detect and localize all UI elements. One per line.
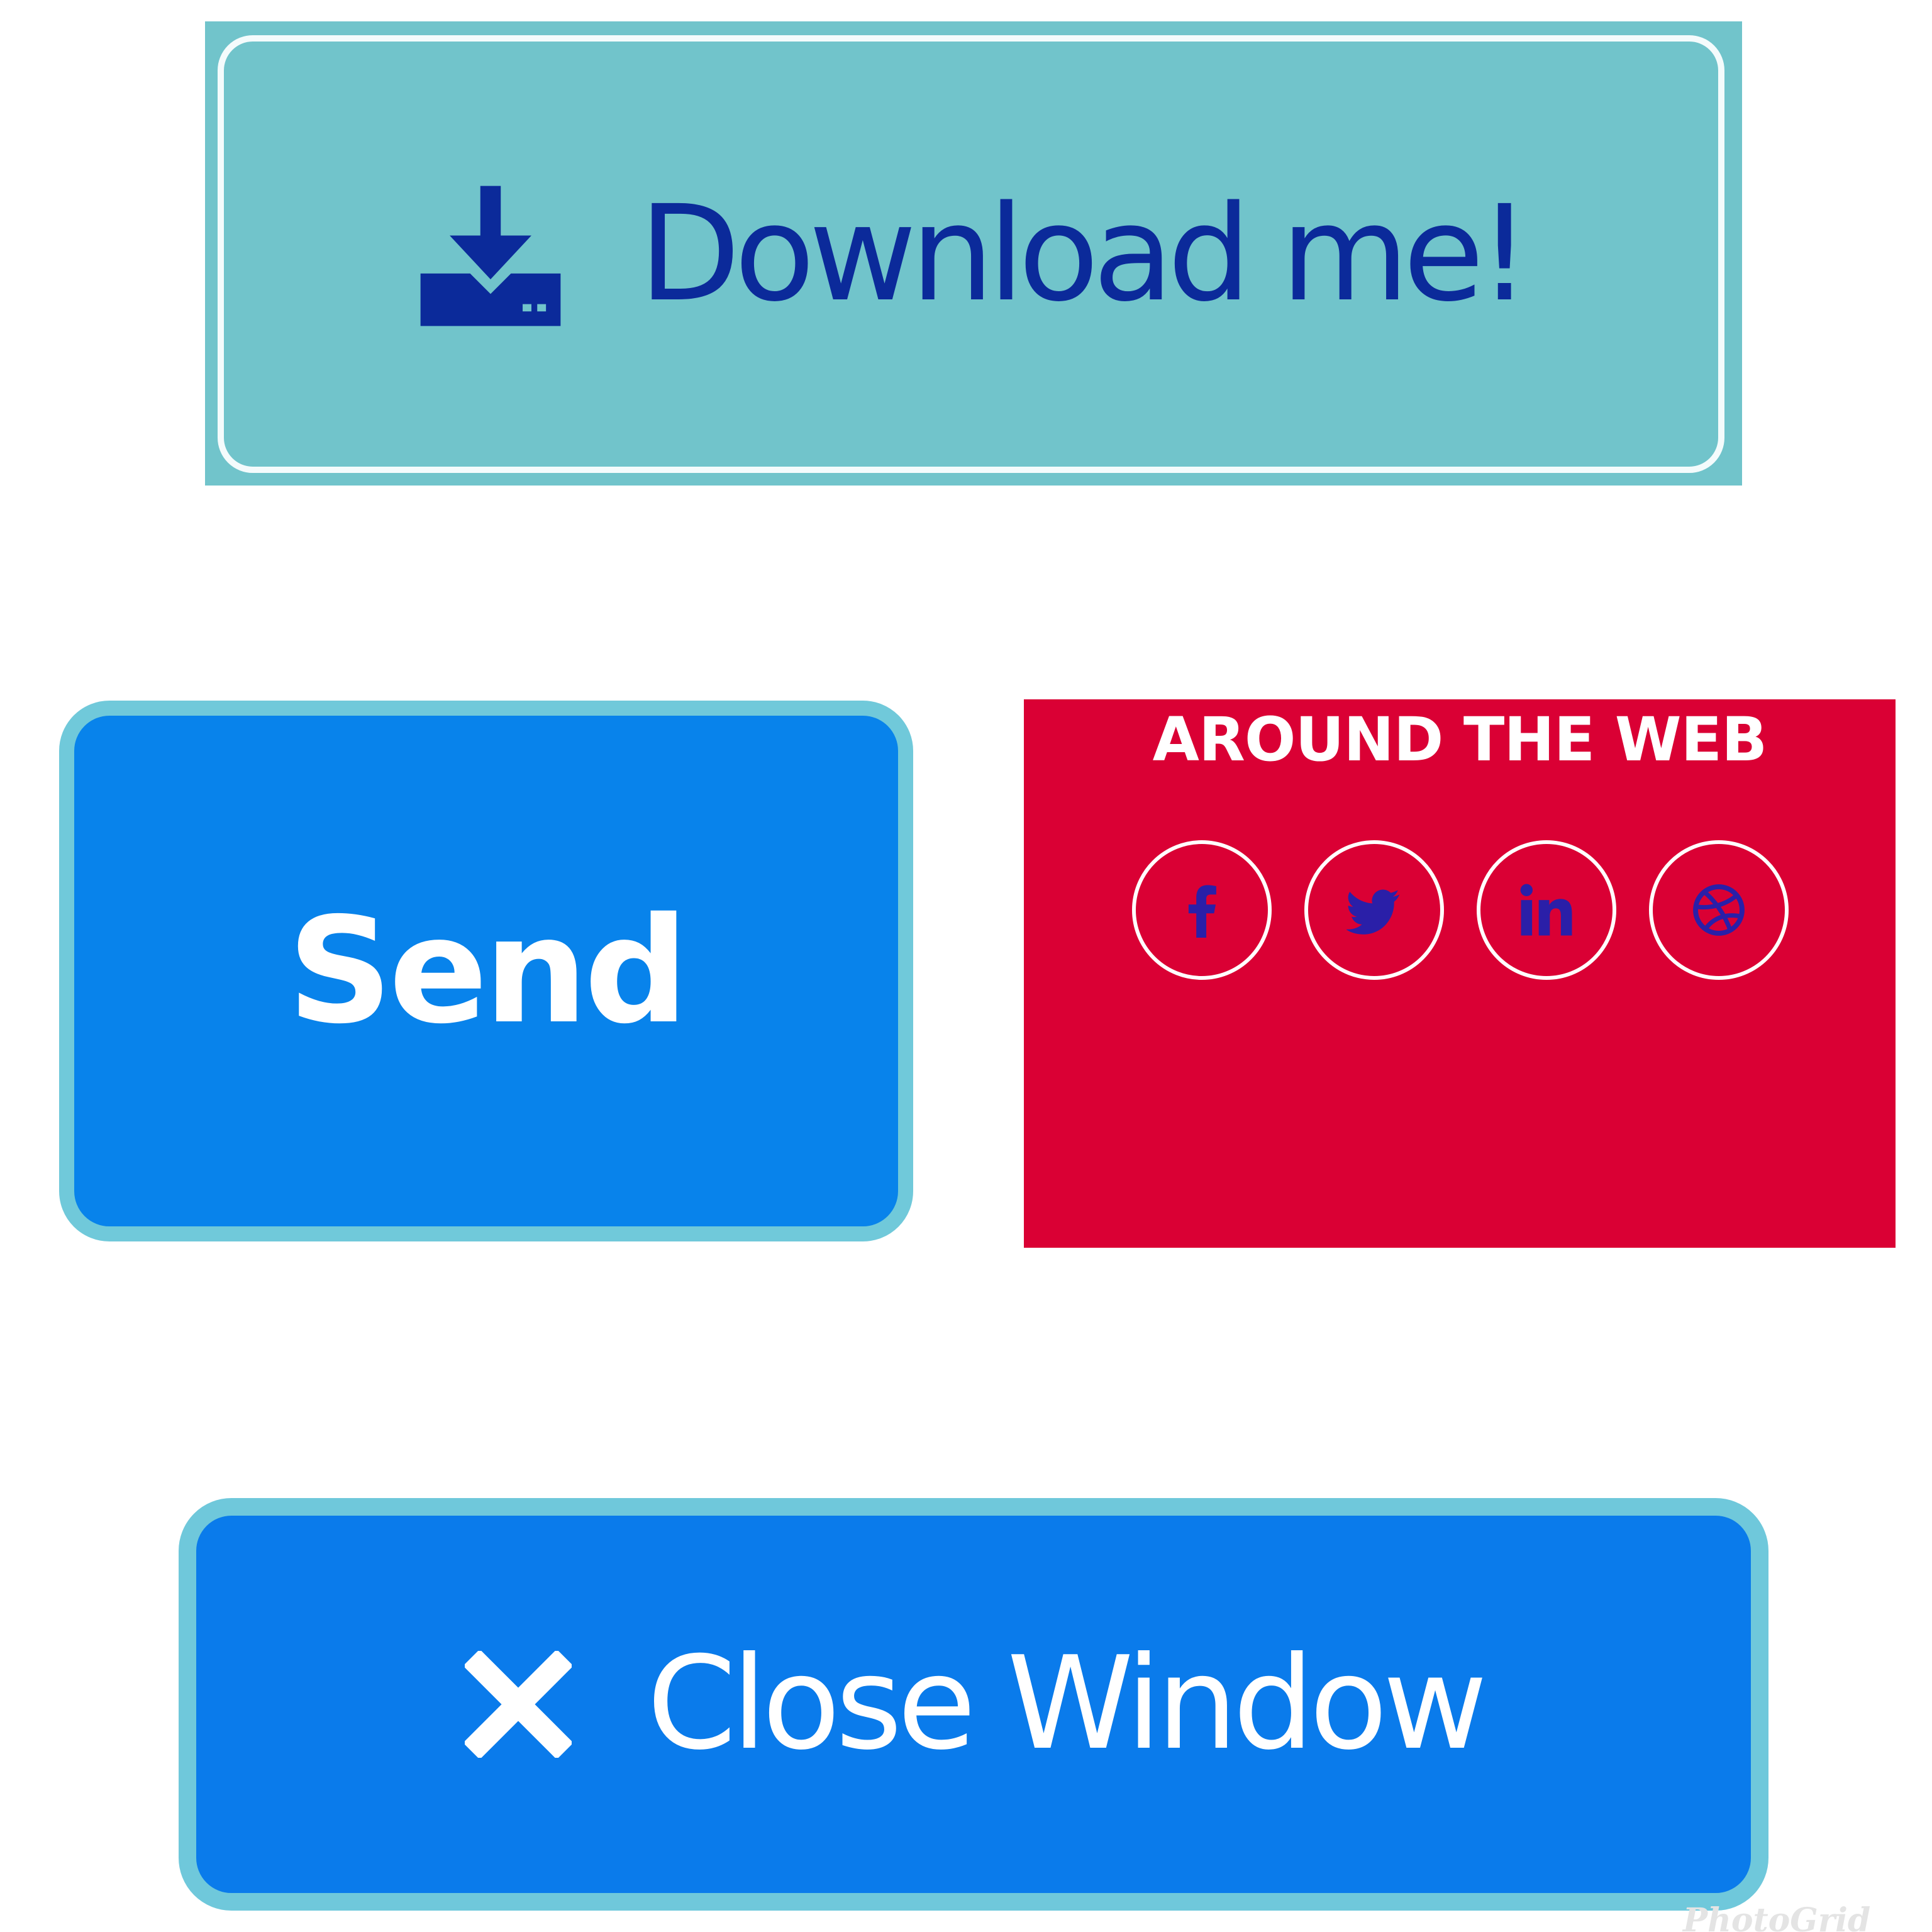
download-icon [420,186,561,326]
dribbble-link[interactable] [1649,840,1789,980]
social-links [1132,840,1789,980]
linkedin-link[interactable] [1477,840,1616,980]
send-label: Send [287,886,689,1056]
send-button[interactable]: Send [59,701,913,1241]
close-window-button[interactable]: Close Window [179,1498,1768,1911]
download-button-frame: Download me! [205,21,1742,486]
around-the-web-title: AROUND THE WEB [1152,704,1768,775]
dribbble-icon [1693,884,1745,936]
facebook-icon [1188,885,1216,938]
download-label: Download me! [638,177,1531,331]
twitter-link[interactable] [1304,840,1444,980]
close-icon [464,1651,572,1758]
photogrid-watermark: PhotoGrid [1683,1901,1871,1932]
download-button[interactable]: Download me! [218,35,1724,473]
facebook-link[interactable] [1132,840,1272,980]
around-the-web-panel: AROUND THE WEB [1024,699,1896,1248]
linkedin-icon [1520,884,1572,936]
close-window-label: Close Window [647,1629,1488,1779]
twitter-icon [1346,889,1400,935]
